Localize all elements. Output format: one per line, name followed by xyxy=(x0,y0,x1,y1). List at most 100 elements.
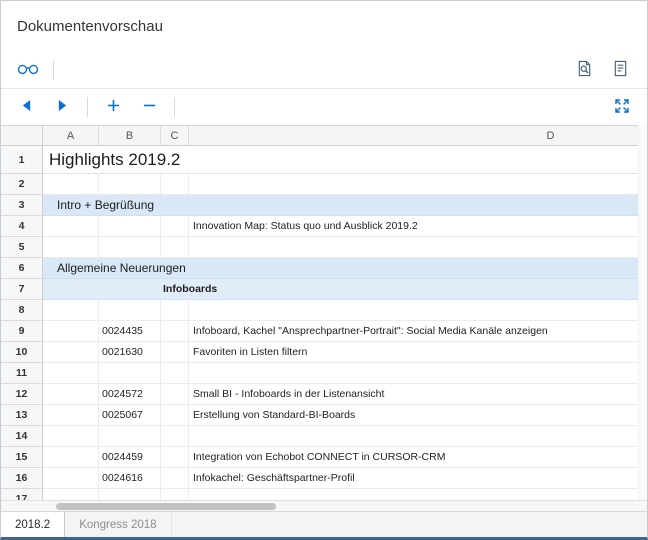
grid-row-14: 14 xyxy=(1,426,638,447)
cell-c13[interactable] xyxy=(161,405,189,426)
cell-a16[interactable] xyxy=(43,468,99,489)
row-header-8: 8 xyxy=(1,300,43,321)
cell-c15[interactable] xyxy=(161,447,189,468)
cell-a14[interactable] xyxy=(43,426,99,447)
cell-merged-3[interactable]: Intro + Begrüßung xyxy=(43,195,638,216)
grid-row-1: 1Highlights 2019.2 xyxy=(1,146,638,174)
cell-c9[interactable] xyxy=(161,321,189,342)
cell-d12[interactable]: Small BI - Infoboards in der Listenansic… xyxy=(189,384,638,405)
cell-d8[interactable] xyxy=(189,300,638,321)
minus-icon xyxy=(142,98,157,116)
cell-b4[interactable] xyxy=(99,216,161,237)
cell-b11[interactable] xyxy=(99,363,161,384)
cell-a11[interactable] xyxy=(43,363,99,384)
cell-d13[interactable]: Erstellung von Standard-BI-Boards xyxy=(189,405,638,426)
cell-d15[interactable]: Integration von Echobot CONNECT in CURSO… xyxy=(189,447,638,468)
sheet-tab-1[interactable]: 2018.2 xyxy=(1,512,65,537)
cell-d5[interactable] xyxy=(189,237,638,258)
grid-row-7: 7Infoboards xyxy=(1,279,638,300)
document-text-button[interactable] xyxy=(607,57,633,83)
sheet-tab-2[interactable]: Kongress 2018 xyxy=(65,512,171,537)
zoom-document-button[interactable] xyxy=(571,57,597,83)
cell-a17[interactable] xyxy=(43,489,99,500)
cell-a8[interactable] xyxy=(43,300,99,321)
sheet-tabs: 2018.2Kongress 2018 xyxy=(1,511,647,537)
grid-row-3: 3Intro + Begrüßung xyxy=(1,195,638,216)
cell-a9[interactable] xyxy=(43,321,99,342)
zoom-document-icon xyxy=(576,60,593,80)
spreadsheet-grid: ABCD 1Highlights 2019.223Intro + Begrüßu… xyxy=(1,125,647,500)
prev-arrow-icon xyxy=(21,99,32,115)
toolbar-top xyxy=(1,51,647,89)
grid-row-17: 17 xyxy=(1,489,638,500)
row-header-11: 11 xyxy=(1,363,43,384)
cell-d10[interactable]: Favoriten in Listen filtern xyxy=(189,342,638,363)
cell-d11[interactable] xyxy=(189,363,638,384)
cell-d4[interactable]: Innovation Map: Status quo und Ausblick … xyxy=(189,216,638,237)
horizontal-scrollbar[interactable] xyxy=(1,500,647,511)
zoom-in-button[interactable] xyxy=(100,94,126,120)
grid-column-headers: ABCD xyxy=(1,125,638,146)
toolbar-navigation xyxy=(1,89,647,125)
column-header-d: D xyxy=(189,126,638,145)
cell-merged-6[interactable]: Allgemeine Neuerungen xyxy=(43,258,638,279)
row-header-5: 5 xyxy=(1,237,43,258)
cell-c14[interactable] xyxy=(161,426,189,447)
row-header-15: 15 xyxy=(1,447,43,468)
cell-d9[interactable]: Infoboard, Kachel "Ansprechpartner-Portr… xyxy=(189,321,638,342)
grid-row-6: 6Allgemeine Neuerungen xyxy=(1,258,638,279)
grid-row-12: 12 0024572 Small BI - Infoboards in der Li… xyxy=(1,384,638,405)
zoom-out-button[interactable] xyxy=(136,94,162,120)
cell-d14[interactable] xyxy=(189,426,638,447)
cell-c10[interactable] xyxy=(161,342,189,363)
cell-a5[interactable] xyxy=(43,237,99,258)
cell-b5[interactable] xyxy=(99,237,161,258)
fullscreen-button[interactable] xyxy=(609,94,635,120)
hscroll-thumb[interactable] xyxy=(56,503,276,510)
vertical-scrollbar[interactable] xyxy=(638,125,647,500)
cell-a15[interactable] xyxy=(43,447,99,468)
grid-row-9: 90024435Infoboard, Kachel "Ansprechpartn… xyxy=(1,321,638,342)
cell-d2[interactable] xyxy=(189,174,638,195)
next-page-button[interactable] xyxy=(49,94,75,120)
cell-a13[interactable] xyxy=(43,405,99,426)
cell-b12[interactable]: 0024572 xyxy=(99,384,161,405)
cell-c17[interactable] xyxy=(161,489,189,500)
cell-c4[interactable] xyxy=(161,216,189,237)
cell-a12[interactable] xyxy=(43,384,99,405)
cell-c8[interactable] xyxy=(161,300,189,321)
column-header-b: B xyxy=(99,126,161,145)
cell-merged-1[interactable]: Highlights 2019.2 xyxy=(43,146,638,174)
grid-row-16: 160024616Infokachel: Geschäftspartner-Pr… xyxy=(1,468,638,489)
cell-c16[interactable] xyxy=(161,468,189,489)
grid-row-4: 4Innovation Map: Status quo und Ausblick… xyxy=(1,216,638,237)
cell-merged-7[interactable]: Infoboards xyxy=(43,279,638,300)
cell-c5[interactable] xyxy=(161,237,189,258)
grid-row-13: 13 0025067 Erstellung von Standard-BI-Boar… xyxy=(1,405,638,426)
row-header-13: 13 xyxy=(1,405,43,426)
cell-c2[interactable] xyxy=(161,174,189,195)
cell-b13[interactable]: 0025067 xyxy=(99,405,161,426)
cell-a2[interactable] xyxy=(43,174,99,195)
next-arrow-icon xyxy=(57,99,68,115)
grid-row-15: 15 0024459 Integration von Echobot CONNECT… xyxy=(1,447,638,468)
cell-d16[interactable]: Infokachel: Geschäftspartner-Profil xyxy=(189,468,638,489)
plus-icon xyxy=(106,98,121,116)
cell-a4[interactable] xyxy=(43,216,99,237)
cell-b17[interactable] xyxy=(99,489,161,500)
cell-b8[interactable] xyxy=(99,300,161,321)
glasses-button[interactable] xyxy=(15,57,41,83)
cell-c11[interactable] xyxy=(161,363,189,384)
cell-b10[interactable]: 0021630 xyxy=(99,342,161,363)
prev-page-button[interactable] xyxy=(13,94,39,120)
cell-d17[interactable] xyxy=(189,489,638,500)
row-header-12: 12 xyxy=(1,384,43,405)
cell-b16[interactable]: 0024616 xyxy=(99,468,161,489)
cell-b2[interactable] xyxy=(99,174,161,195)
cell-b14[interactable] xyxy=(99,426,161,447)
cell-a10[interactable] xyxy=(43,342,99,363)
cell-c12[interactable] xyxy=(161,384,189,405)
row-header-3: 3 xyxy=(1,195,43,216)
cell-b15[interactable]: 0024459 xyxy=(99,447,161,468)
cell-b9[interactable]: 0024435 xyxy=(99,321,161,342)
